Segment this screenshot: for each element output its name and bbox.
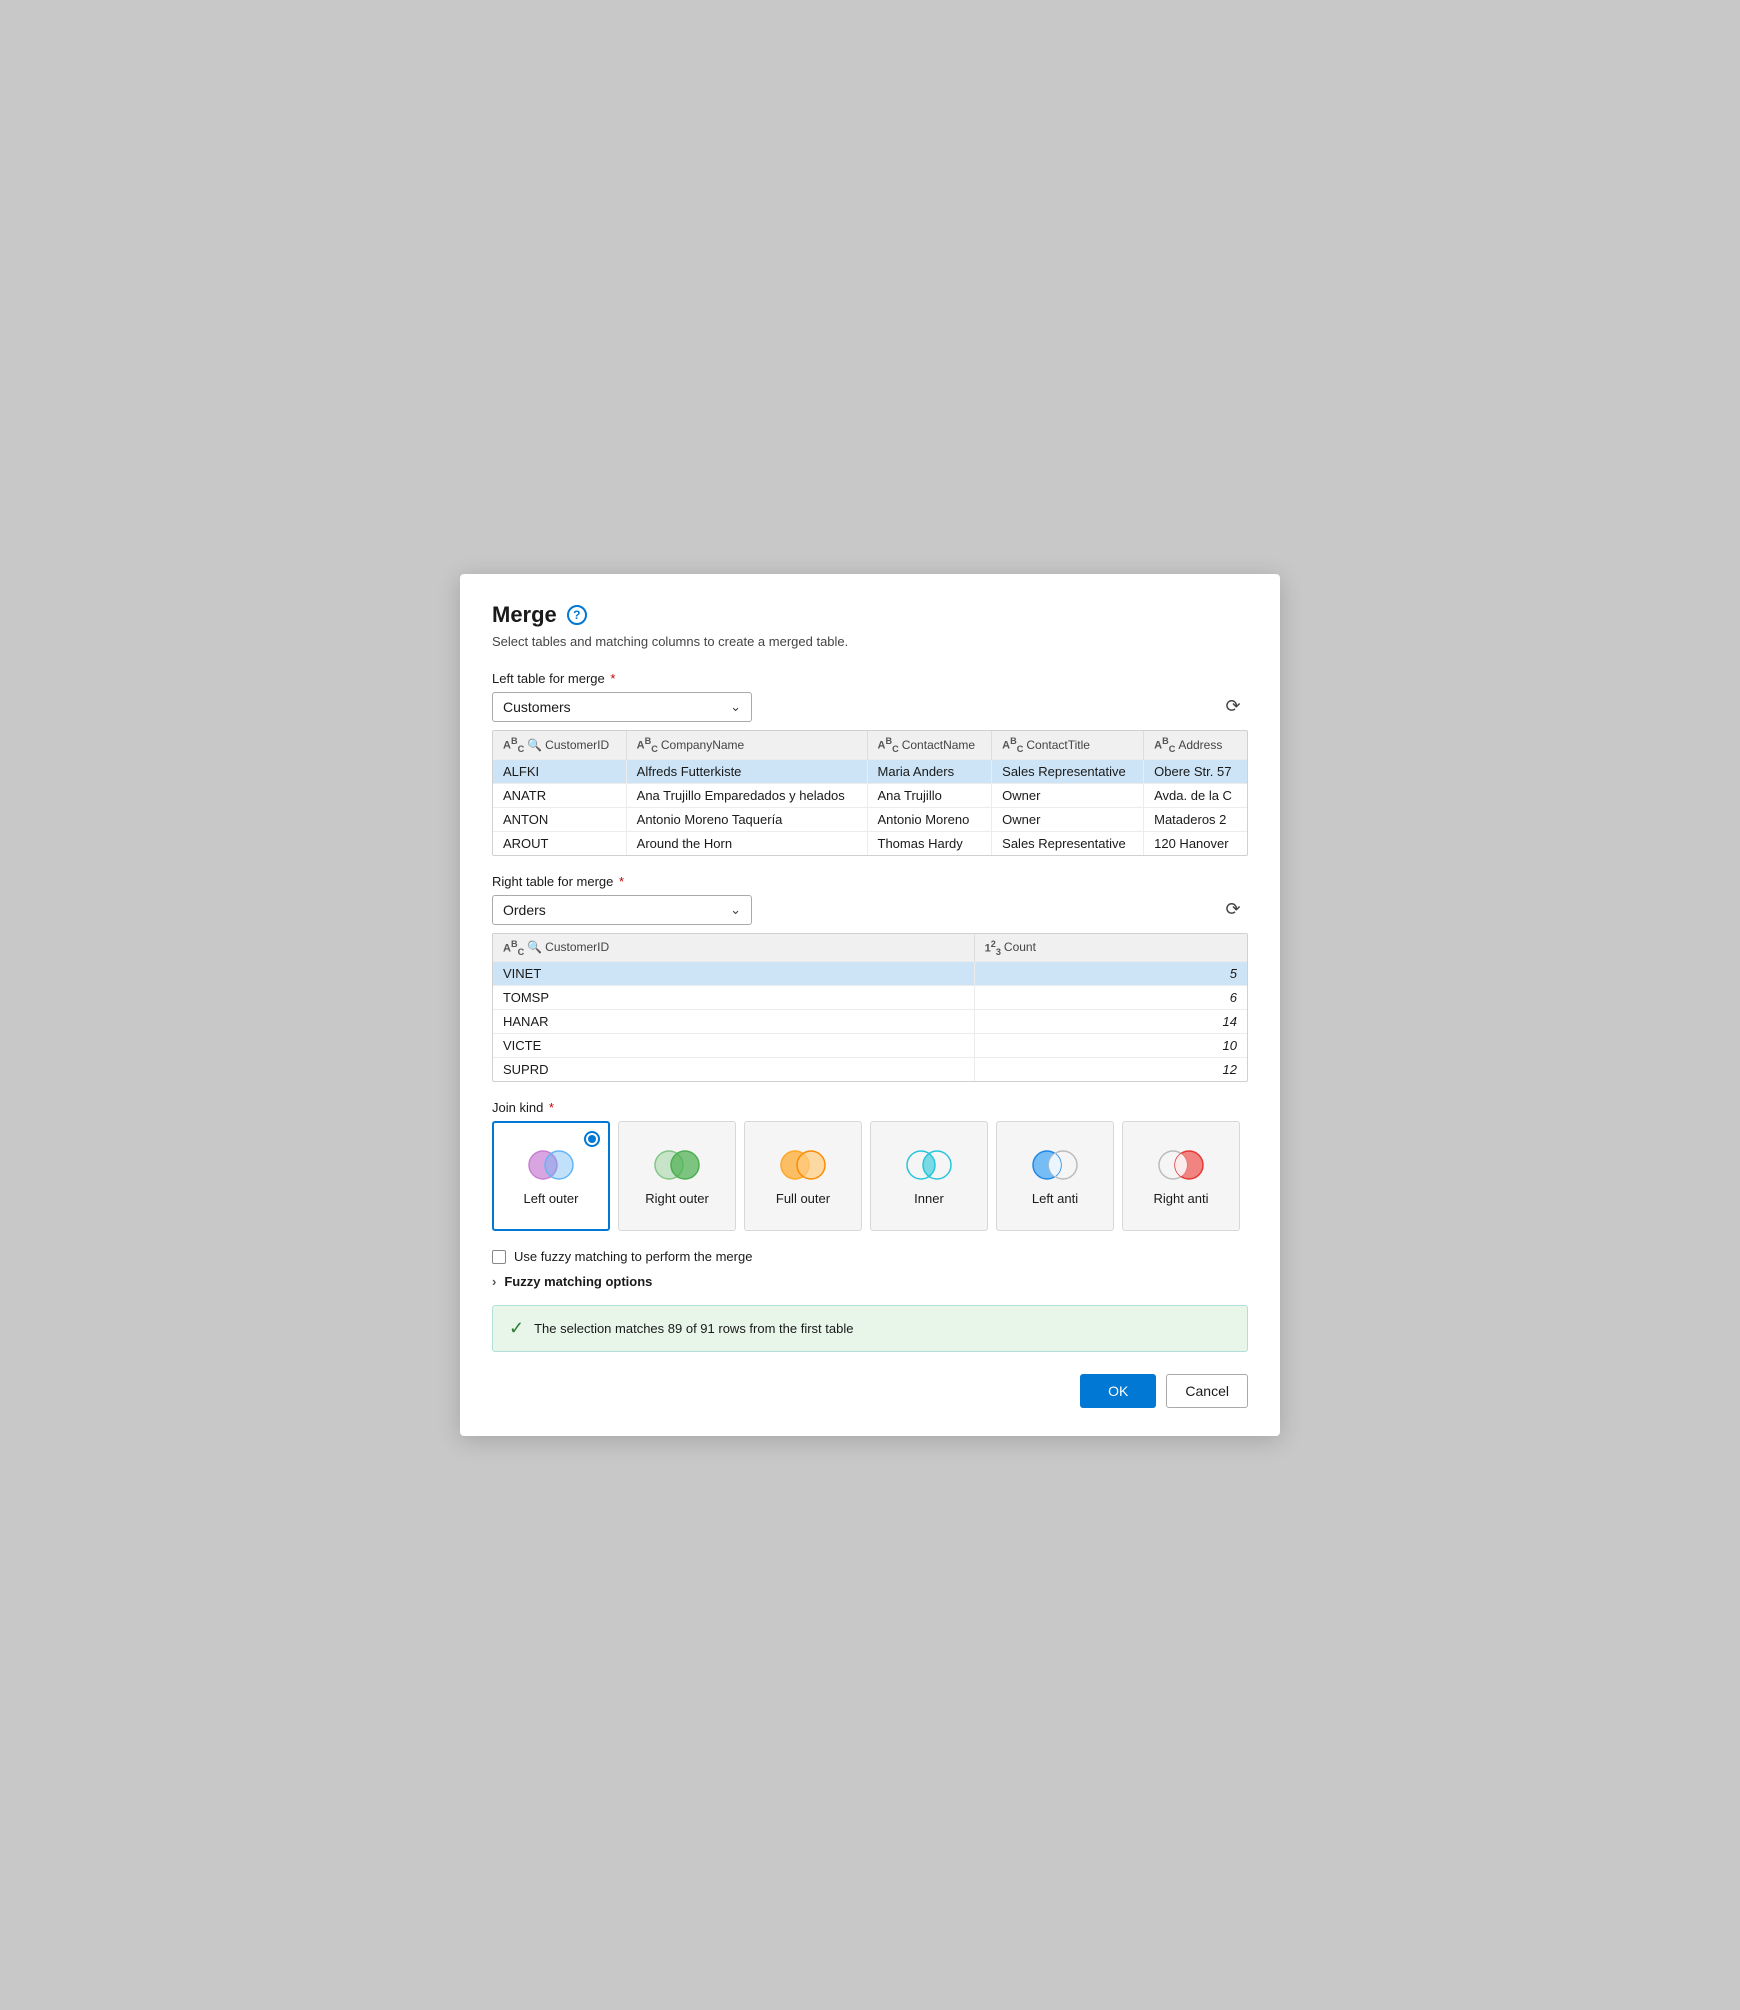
left-table-dropdown-row: Customers ⌄ ⟳ (492, 692, 1248, 722)
fuzzy-row: Use fuzzy matching to perform the merge (492, 1249, 1248, 1264)
table-row[interactable]: ANATRAna Trujillo Emparedados y heladosA… (493, 783, 1247, 807)
table-row[interactable]: VINET5 (493, 962, 1247, 986)
dialog-subtitle: Select tables and matching columns to cr… (492, 634, 1248, 649)
cancel-button[interactable]: Cancel (1166, 1374, 1248, 1408)
fuzzy-options-row[interactable]: › Fuzzy matching options (492, 1274, 1248, 1289)
join-card-inner[interactable]: Inner (870, 1121, 988, 1231)
fuzzy-options-label: Fuzzy matching options (504, 1274, 652, 1289)
join-left-anti-label: Left anti (1032, 1191, 1078, 1206)
right-table-wrapper: ABC 🔍 CustomerID 123 Count VINET5 TOMSP6… (492, 933, 1248, 1083)
right-table-label: Right table for merge * (492, 874, 1248, 889)
join-right-outer-label: Right outer (645, 1191, 709, 1206)
venn-inner (903, 1147, 955, 1183)
left-col-contactname[interactable]: ABC ContactName (867, 731, 992, 759)
table-row[interactable]: SUPRD12 (493, 1058, 1247, 1082)
left-table-label: Left table for merge * (492, 671, 1248, 686)
dialog-title: Merge (492, 602, 557, 628)
left-table-refresh-button[interactable]: ⟳ (1218, 692, 1248, 722)
right-col-customerid[interactable]: ABC 🔍 CustomerID (493, 934, 974, 962)
table-row[interactable]: TOMSP6 (493, 986, 1247, 1010)
ok-button[interactable]: OK (1080, 1374, 1156, 1408)
left-table-wrapper: ABC 🔍 CustomerID ABC CompanyName ABC Con… (492, 730, 1248, 856)
right-data-table: ABC 🔍 CustomerID 123 Count VINET5 TOMSP6… (493, 934, 1247, 1082)
venn-left-outer (525, 1147, 577, 1183)
right-table-refresh-button[interactable]: ⟳ (1218, 895, 1248, 925)
table-row[interactable]: VICTE10 (493, 1034, 1247, 1058)
table-row[interactable]: ANTONAntonio Moreno TaqueríaAntonio More… (493, 807, 1247, 831)
join-left-outer-label: Left outer (524, 1191, 579, 1206)
success-message: The selection matches 89 of 91 rows from… (534, 1321, 853, 1336)
right-col-count[interactable]: 123 Count (974, 934, 1247, 962)
fuzzy-checkbox[interactable] (492, 1250, 506, 1264)
fuzzy-chevron-icon: › (492, 1274, 496, 1289)
right-dropdown-arrow: ⌄ (730, 902, 741, 918)
title-row: Merge ? (492, 602, 1248, 628)
join-right-anti-label: Right anti (1154, 1191, 1209, 1206)
button-row: OK Cancel (492, 1374, 1248, 1408)
table-row[interactable]: HANAR14 (493, 1010, 1247, 1034)
join-card-right-outer[interactable]: Right outer (618, 1121, 736, 1231)
right-table-dropdown[interactable]: Orders ⌄ (492, 895, 752, 925)
left-data-table: ABC 🔍 CustomerID ABC CompanyName ABC Con… (493, 731, 1247, 855)
join-kind-grid: Left outer Right outer Full outer (492, 1121, 1248, 1231)
left-col-companyname[interactable]: ABC CompanyName (626, 731, 867, 759)
left-table-dropdown[interactable]: Customers ⌄ (492, 692, 752, 722)
left-col-contacttitle[interactable]: ABC ContactTitle (992, 731, 1144, 759)
venn-right-outer (651, 1147, 703, 1183)
help-icon[interactable]: ? (567, 605, 587, 625)
venn-right-anti (1155, 1147, 1207, 1183)
venn-left-anti (1029, 1147, 1081, 1183)
fuzzy-label: Use fuzzy matching to perform the merge (514, 1249, 752, 1264)
join-card-full-outer[interactable]: Full outer (744, 1121, 862, 1231)
merge-dialog: Merge ? Select tables and matching colum… (460, 574, 1280, 1437)
join-card-right-anti[interactable]: Right anti (1122, 1121, 1240, 1231)
left-dropdown-arrow: ⌄ (730, 699, 741, 715)
join-card-left-anti[interactable]: Left anti (996, 1121, 1114, 1231)
left-col-customerid[interactable]: ABC 🔍 CustomerID (493, 731, 626, 759)
success-check-icon: ✓ (509, 1318, 524, 1339)
success-bar: ✓ The selection matches 89 of 91 rows fr… (492, 1305, 1248, 1352)
join-inner-label: Inner (914, 1191, 944, 1206)
join-card-left-outer[interactable]: Left outer (492, 1121, 610, 1231)
join-full-outer-label: Full outer (776, 1191, 830, 1206)
table-row[interactable]: AROUTAround the HornThomas HardySales Re… (493, 831, 1247, 855)
left-col-address[interactable]: ABC Address (1144, 731, 1247, 759)
right-table-dropdown-row: Orders ⌄ ⟳ (492, 895, 1248, 925)
radio-left-outer (584, 1131, 600, 1147)
table-row[interactable]: ALFKIAlfreds FutterkisteMaria AndersSale… (493, 759, 1247, 783)
venn-full-outer (777, 1147, 829, 1183)
join-kind-label: Join kind * (492, 1100, 1248, 1115)
